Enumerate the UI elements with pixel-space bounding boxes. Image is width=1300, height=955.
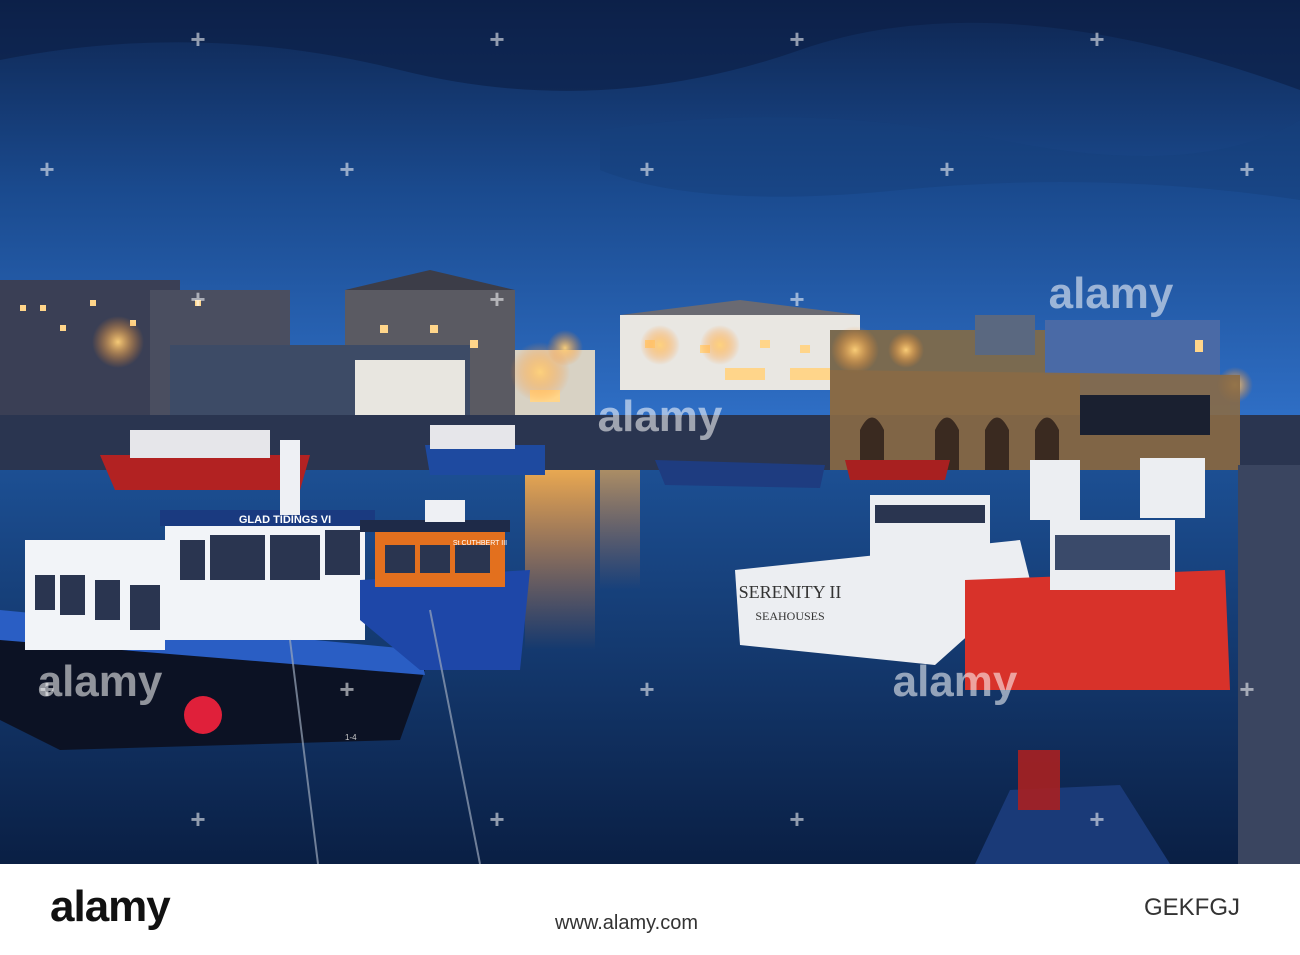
image-id: GEKFGJ: [1143, 894, 1240, 921]
boat-name-st-cuthbert: St CUTHBERT III: [453, 540, 507, 547]
svg-text:1-4: 1-4: [345, 733, 357, 742]
quay-wall: [1238, 465, 1300, 864]
svg-text:+: +: [639, 154, 654, 184]
harbour-photo: GLAD TIDINGS VI 1-4 St CUTHBERT III SERE…: [0, 0, 1300, 864]
svg-text:+: +: [1239, 154, 1254, 184]
watermark-brand: alamy: [38, 657, 163, 706]
svg-text:+: +: [1239, 674, 1254, 704]
watermark-brand: alamy: [893, 657, 1018, 706]
red-buoy: [184, 696, 222, 734]
svg-text:+: +: [339, 154, 354, 184]
watermark-brand: alamy: [598, 392, 723, 441]
svg-text:+: +: [489, 804, 504, 834]
svg-text:+: +: [639, 674, 654, 704]
svg-text:+: +: [789, 804, 804, 834]
svg-text:+: +: [1089, 804, 1104, 834]
watermark-brand: alamy: [1049, 269, 1174, 318]
svg-text:+: +: [789, 24, 804, 54]
svg-text:+: +: [190, 24, 205, 54]
svg-text:+: +: [789, 284, 804, 314]
alamy-logo: alamy: [50, 882, 171, 931]
svg-text:+: +: [489, 284, 504, 314]
svg-text:+: +: [489, 24, 504, 54]
footer-url[interactable]: www.alamy.com: [555, 912, 698, 935]
svg-text:+: +: [1089, 24, 1104, 54]
boat-port-serenity: SEAHOUSES: [755, 609, 824, 623]
boat-name-glad-tidings: GLAD TIDINGS VI: [239, 514, 331, 526]
svg-text:+: +: [339, 674, 354, 704]
stock-footer: alamy www.alamy.com GEKFGJ: [0, 864, 1300, 955]
svg-text:+: +: [39, 154, 54, 184]
svg-text:+: +: [939, 154, 954, 184]
svg-text:+: +: [39, 674, 54, 704]
svg-text:+: +: [190, 804, 205, 834]
svg-text:+: +: [190, 284, 205, 314]
light-reflection: [525, 470, 595, 650]
boat-name-serenity: SERENITY II: [739, 582, 842, 602]
